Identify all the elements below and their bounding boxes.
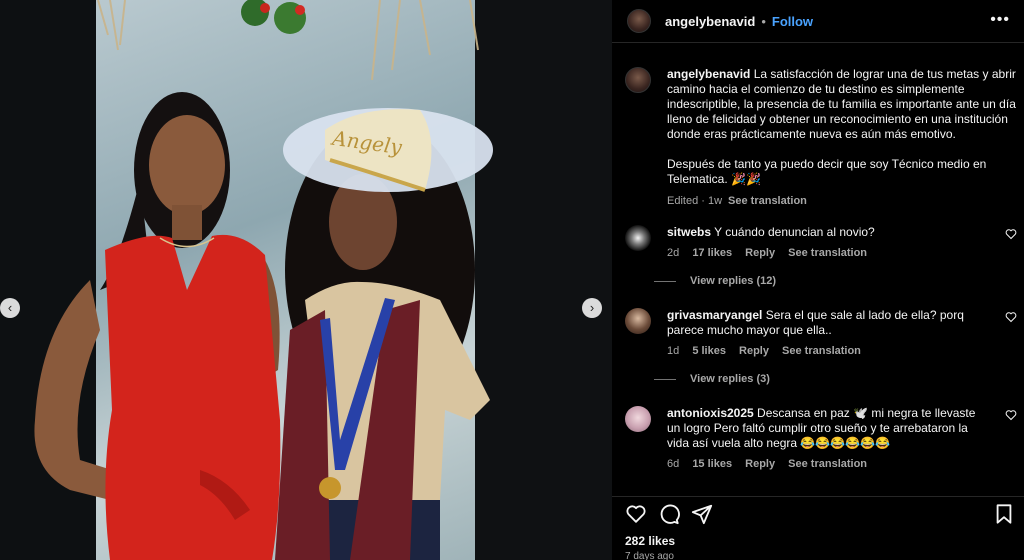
comment-avatar[interactable] xyxy=(625,308,651,334)
caption-author-avatar[interactable] xyxy=(625,67,651,93)
replies-line xyxy=(654,280,676,282)
post-sidebar: angelybenavid • Follow ••• angelybenavid… xyxy=(612,0,1024,560)
caption-username[interactable]: angelybenavid xyxy=(667,67,750,81)
caption-see-translation[interactable]: See translation xyxy=(728,195,807,207)
comment-reply-button[interactable]: Reply xyxy=(745,458,775,470)
comment-text: Y cuándo denuncian al novio? xyxy=(714,225,875,239)
next-photo-button[interactable]: › xyxy=(582,298,602,318)
comment-reply-button[interactable]: Reply xyxy=(739,345,769,357)
replies-line xyxy=(654,378,676,380)
view-replies-button[interactable]: View replies (12) xyxy=(654,275,776,287)
comment-time: 1d xyxy=(667,345,680,357)
post-actions-bar xyxy=(612,496,1024,532)
post-header: angelybenavid • Follow ••• xyxy=(612,0,1024,43)
comment-likes[interactable]: 17 likes xyxy=(692,247,732,259)
caption-meta: Edited · 1w See translation xyxy=(667,194,1017,209)
comment-meta: 2d 17 likes Reply See translation xyxy=(667,246,992,261)
comment-see-translation[interactable]: See translation xyxy=(782,345,861,357)
author-username[interactable]: angelybenavid xyxy=(665,14,755,29)
comment-see-translation[interactable]: See translation xyxy=(788,458,867,470)
more-options-icon[interactable]: ••• xyxy=(990,11,1010,29)
comment-meta: 1d 5 likes Reply See translation xyxy=(667,344,992,359)
comment-username[interactable]: sitwebs xyxy=(667,225,711,239)
heart-icon[interactable] xyxy=(625,503,647,525)
post-likes-count[interactable]: 282 likes xyxy=(625,534,675,548)
comments-section[interactable]: angelybenavid La satisfacción de lograr … xyxy=(612,56,1024,496)
share-icon[interactable] xyxy=(691,503,713,525)
comment-avatar[interactable] xyxy=(625,225,651,251)
post-photo[interactable]: Angely ‹ › xyxy=(0,0,612,560)
comment-meta: 6d 15 likes Reply See translation xyxy=(667,457,992,472)
bookmark-icon[interactable] xyxy=(993,503,1015,525)
post-date: 7 days ago xyxy=(625,551,674,560)
comment-like-heart-icon[interactable] xyxy=(1005,409,1017,421)
header-separator: • xyxy=(761,13,766,29)
view-replies-label[interactable]: View replies (12) xyxy=(690,275,776,287)
caption-text-paragraph-2: Después de tanto ya puedo decir que soy … xyxy=(667,157,987,186)
follow-button[interactable]: Follow xyxy=(772,14,813,29)
comment-likes[interactable]: 15 likes xyxy=(692,458,732,470)
comment-body: grivasmaryangel Sera el que sale al lado… xyxy=(667,308,992,359)
comment-body: antonioxis2025 Descansa en paz 🕊️ mi neg… xyxy=(667,406,992,472)
comment-reply-button[interactable]: Reply xyxy=(745,247,775,259)
comment-username[interactable]: grivasmaryangel xyxy=(667,308,762,322)
comment-username[interactable]: antonioxis2025 xyxy=(667,406,754,420)
comment-see-translation[interactable]: See translation xyxy=(788,247,867,259)
author-avatar[interactable] xyxy=(627,9,651,33)
caption-body: angelybenavid La satisfacción de lograr … xyxy=(667,67,1017,209)
comment-like-heart-icon[interactable] xyxy=(1005,311,1017,323)
caption-edited-time: Edited · 1w xyxy=(667,195,723,207)
comment-likes[interactable]: 5 likes xyxy=(692,345,726,357)
previous-photo-button[interactable]: ‹ xyxy=(0,298,20,318)
view-replies-label[interactable]: View replies (3) xyxy=(690,373,770,385)
comment-avatar[interactable] xyxy=(625,406,651,432)
comment-body: sitwebs Y cuándo denuncian al novio? 2d … xyxy=(667,225,992,261)
comment-icon[interactable] xyxy=(658,503,680,525)
view-replies-button[interactable]: View replies (3) xyxy=(654,373,770,385)
photo-illustration: Angely xyxy=(34,0,493,560)
comment-time: 6d xyxy=(667,458,680,470)
comment-time: 2d xyxy=(667,247,680,259)
comment-like-heart-icon[interactable] xyxy=(1005,228,1017,240)
